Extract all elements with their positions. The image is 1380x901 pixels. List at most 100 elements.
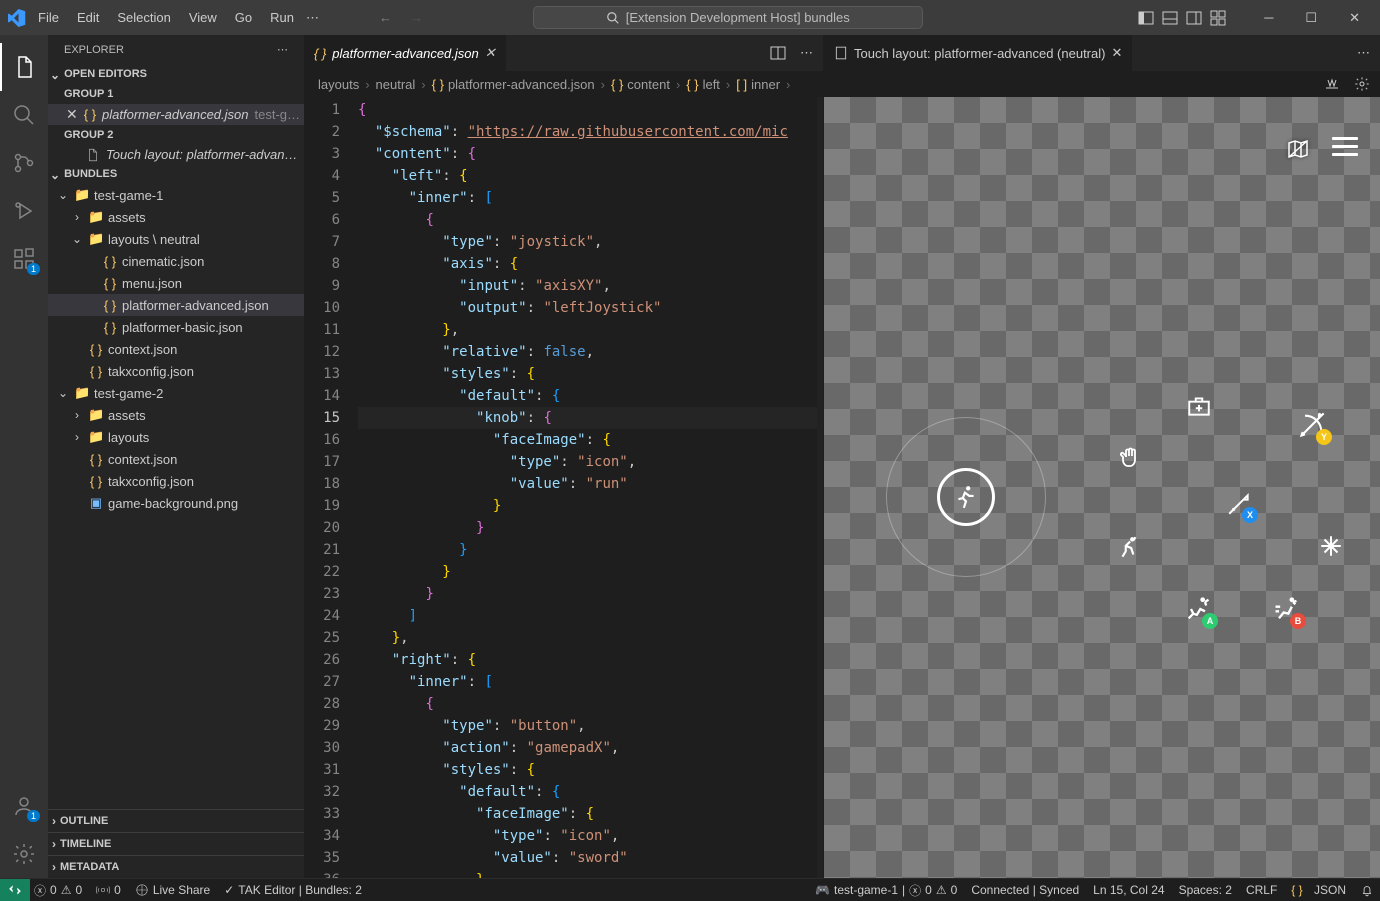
editor-group-1: { } platformer-advanced.json ✕ ⋯ layouts… [304, 35, 823, 878]
title-bar: FileEditSelectionViewGoRun ⋯ ← → [Extens… [0, 0, 1380, 35]
sidebar: EXPLORER ⋯ ⌄OPEN EDITORS GROUP 1✕{ }plat… [48, 35, 304, 878]
joystick-widget[interactable] [886, 417, 1046, 577]
tree-item[interactable]: ⌄📁test-game-2 [48, 382, 304, 404]
grab-button[interactable] [1118, 445, 1142, 469]
activity-debug-icon[interactable] [0, 187, 48, 235]
maximize-icon[interactable]: ☐ [1293, 2, 1329, 34]
joystick-knob[interactable] [937, 468, 995, 526]
breadcrumb-item[interactable]: platformer-advanced.json [448, 77, 595, 92]
activity-settings-icon[interactable] [0, 830, 48, 878]
breadcrumb-item[interactable]: neutral [376, 77, 416, 92]
status-connection[interactable]: Connected | Synced [971, 883, 1079, 897]
tree-item[interactable]: { }cinematic.json [48, 250, 304, 272]
activity-account-icon[interactable]: 1 [0, 782, 48, 830]
tab-close-icon[interactable]: ✕ [485, 45, 496, 61]
preview-menu-icon[interactable] [1332, 137, 1358, 156]
command-center[interactable]: [Extension Development Host] bundles [533, 6, 923, 29]
close-icon[interactable]: ✕ [1337, 2, 1372, 34]
status-game[interactable]: 🎮test-game-1 | ⓧ0 ⚠0 [815, 882, 957, 899]
tab-touch-layout[interactable]: Touch layout: platformer-advanced (neutr… [824, 35, 1133, 71]
climb-button[interactable] [1116, 535, 1142, 561]
tree-item[interactable]: { }context.json [48, 338, 304, 360]
breadcrumb-item[interactable]: content [627, 77, 670, 92]
layout-grid-icon[interactable] [1210, 10, 1226, 26]
toggle-sidebar-icon[interactable] [1138, 10, 1154, 26]
tab-more-icon[interactable]: ⋯ [1357, 45, 1370, 61]
preview-map-icon[interactable] [1286, 137, 1310, 161]
climb-icon [1116, 535, 1142, 561]
status-language[interactable]: { } JSON [1291, 883, 1346, 897]
nav-forward-icon[interactable]: → [410, 10, 423, 25]
tab-json-file[interactable]: { } platformer-advanced.json ✕ [304, 35, 507, 71]
code-editor[interactable]: { "$schema": "https://raw.githubusercont… [358, 97, 817, 878]
status-tak-editor[interactable]: ✓TAK Editor | Bundles: 2 [224, 883, 362, 897]
tree-item[interactable]: { }takxconfig.json [48, 470, 304, 492]
breadcrumbs[interactable]: layouts›neutral›{ } platformer-advanced.… [304, 71, 823, 97]
status-notifications-icon[interactable] [1360, 883, 1374, 897]
tree-item[interactable]: ▣game-background.png [48, 492, 304, 514]
sword-button[interactable]: X [1226, 491, 1252, 517]
close-icon[interactable]: ✕ [66, 106, 78, 123]
bow-button[interactable]: Y [1298, 411, 1326, 439]
breadcrumb-item[interactable]: left [703, 77, 720, 92]
open-editors-header[interactable]: ⌄OPEN EDITORS [48, 64, 304, 84]
menu-selection[interactable]: Selection [109, 4, 178, 31]
tab-bar-2: Touch layout: platformer-advanced (neutr… [824, 35, 1380, 71]
menu-file[interactable]: File [30, 4, 67, 31]
tree-item[interactable]: ›📁assets [48, 404, 304, 426]
open-editor-item[interactable]: ✕{ }platformer-advanced.json test-g… [48, 104, 304, 125]
activity-search-icon[interactable] [0, 91, 48, 139]
timeline-header[interactable]: ›TIMELINE [48, 832, 304, 855]
dash-button[interactable]: B [1272, 595, 1300, 623]
tab-more-icon[interactable]: ⋯ [800, 45, 813, 61]
open-editor-item[interactable]: Touch layout: platformer-advan… [48, 145, 304, 164]
sparkle-button[interactable] [1318, 533, 1344, 559]
nav-arrows: ← → [379, 10, 423, 25]
nav-back-icon[interactable]: ← [379, 10, 392, 25]
status-indent[interactable]: Spaces: 2 [1179, 883, 1232, 897]
breadcrumb-item[interactable]: layouts [318, 77, 359, 92]
tree-item[interactable]: { }platformer-basic.json [48, 316, 304, 338]
account-badge: 1 [27, 810, 40, 822]
tree-item[interactable]: ›📁layouts [48, 426, 304, 448]
jump-button[interactable]: A [1184, 595, 1212, 623]
tree-item[interactable]: { }platformer-advanced.json [48, 294, 304, 316]
outline-header[interactable]: ›OUTLINE [48, 809, 304, 832]
status-eol[interactable]: CRLF [1246, 883, 1277, 897]
preview-whole-word-icon[interactable] [1324, 76, 1340, 92]
status-problems[interactable]: ⓧ0 ⚠0 [34, 882, 82, 899]
tab-close-icon[interactable]: ✕ [1111, 45, 1122, 61]
tree-item[interactable]: ›📁assets [48, 206, 304, 228]
menu-view[interactable]: View [181, 4, 225, 31]
tree-item[interactable]: ⌄📁test-game-1 [48, 184, 304, 206]
remote-indicator[interactable] [0, 879, 30, 901]
line-gutter: 1234567891011121314151617181920212223242… [304, 97, 358, 878]
tree-item[interactable]: { }context.json [48, 448, 304, 470]
tree-item[interactable]: { }menu.json [48, 272, 304, 294]
toggle-secondary-icon[interactable] [1186, 10, 1202, 26]
activity-explorer-icon[interactable] [0, 43, 48, 91]
status-ports[interactable]: 0 [96, 883, 121, 897]
menu-run[interactable]: Run [262, 4, 302, 31]
activity-scm-icon[interactable] [0, 139, 48, 187]
status-cursor-pos[interactable]: Ln 15, Col 24 [1093, 883, 1164, 897]
sidebar-more-icon[interactable]: ⋯ [277, 43, 288, 56]
minimize-icon[interactable]: ─ [1252, 2, 1285, 33]
menu-go[interactable]: Go [227, 4, 260, 31]
bundles-header[interactable]: ⌄BUNDLES [48, 164, 304, 184]
breadcrumb-item[interactable]: inner [751, 77, 780, 92]
status-live-share[interactable]: Live Share [135, 883, 210, 897]
split-editor-icon[interactable] [770, 45, 786, 61]
editor-area: { } platformer-advanced.json ✕ ⋯ layouts… [304, 35, 1380, 878]
file-tree: ⌄📁test-game-1›📁assets⌄📁layouts \ neutral… [48, 184, 304, 809]
preview-settings-icon[interactable] [1354, 76, 1370, 92]
activity-extensions-icon[interactable]: 1 [0, 235, 48, 283]
tree-item[interactable]: { }takxconfig.json [48, 360, 304, 382]
menu-edit[interactable]: Edit [69, 4, 107, 31]
medkit-button[interactable] [1186, 393, 1212, 419]
menu-overflow-icon[interactable]: ⋯ [306, 10, 319, 26]
tree-item[interactable]: ⌄📁layouts \ neutral [48, 228, 304, 250]
metadata-header[interactable]: ›METADATA [48, 855, 304, 878]
toggle-panel-icon[interactable] [1162, 10, 1178, 26]
window-controls: ─ ☐ ✕ [1138, 2, 1372, 34]
